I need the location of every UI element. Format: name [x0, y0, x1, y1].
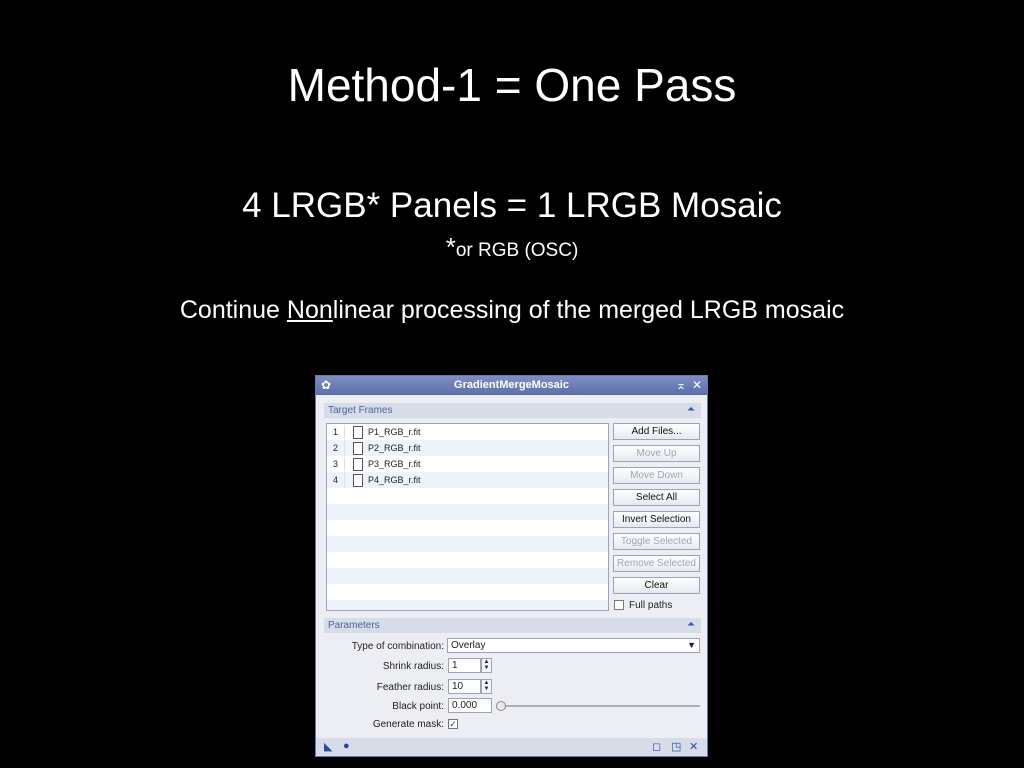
move-down-button[interactable]: Move Down: [613, 467, 700, 484]
generate-mask-checkbox[interactable]: ✓: [448, 719, 458, 729]
file-list[interactable]: 1 P1_RGB_r.fit 2 P2_RGB_r.fit 3 P3_RGB_r…: [326, 423, 609, 611]
section-collapse-icon[interactable]: ⏶: [687, 619, 695, 630]
footnote-star: *: [445, 232, 456, 262]
row-index: 2: [333, 443, 339, 453]
slide-subtitle: 4 LRGB* Panels = 1 LRGB Mosaic: [242, 186, 782, 225]
black-point-label: Black point:: [392, 701, 444, 712]
parameters-label: Parameters: [328, 620, 380, 631]
dialog-title: GradientMergeMosaic: [454, 379, 569, 391]
documentation-icon[interactable]: ◻: [652, 740, 661, 753]
generate-mask-label: Generate mask:: [372, 719, 444, 730]
target-frames-label: Target Frames: [328, 405, 393, 416]
continue-post: linear processing of the merged LRGB mos…: [332, 296, 845, 324]
invert-selection-button[interactable]: Invert Selection: [613, 511, 700, 528]
row-index: 4: [333, 475, 339, 485]
new-instance-icon[interactable]: ◣: [324, 740, 332, 753]
chevron-down-icon[interactable]: ▼: [687, 639, 696, 652]
continue-underlined: Non: [286, 296, 333, 324]
list-item[interactable]: 4 P4_RGB_r.fit: [327, 472, 608, 488]
list-item[interactable]: 3 P3_RGB_r.fit: [327, 456, 608, 472]
file-icon: [353, 474, 363, 487]
file-icon: [353, 442, 363, 455]
combination-value: Overlay: [451, 640, 486, 651]
dialog-bottom-bar: ◣ ● ◻ ◳ ✕: [316, 738, 707, 756]
file-icon: [353, 458, 363, 471]
slide-continue-text: Continue Nonlinear processing of the mer…: [0, 296, 1024, 325]
apply-global-icon[interactable]: ●: [343, 740, 350, 752]
feather-radius-label: Feather radius:: [376, 682, 444, 693]
feather-radius-input[interactable]: 10: [448, 679, 481, 694]
target-frames-section[interactable]: Target Frames ⏶: [324, 403, 701, 418]
empty-row: [327, 488, 608, 504]
close-icon[interactable]: ✕: [692, 378, 702, 392]
list-item[interactable]: 2 P2_RGB_r.fit: [327, 440, 608, 456]
full-paths-label: Full paths: [629, 600, 673, 611]
footnote-text: or RGB (OSC): [455, 240, 579, 261]
empty-row: [327, 520, 608, 536]
black-point-slider-handle[interactable]: [496, 701, 506, 711]
add-files-button[interactable]: Add Files...: [613, 423, 700, 440]
empty-row: [327, 536, 608, 552]
empty-row: [327, 552, 608, 568]
file-name: P1_RGB_r.fit: [368, 427, 421, 437]
feather-radius-stepper[interactable]: ▲ ▼: [481, 679, 492, 694]
shrink-radius-stepper[interactable]: ▲ ▼: [481, 658, 492, 673]
file-name: P3_RGB_r.fit: [368, 459, 421, 469]
remove-selected-button[interactable]: Remove Selected: [613, 555, 700, 572]
file-name: P4_RGB_r.fit: [368, 475, 421, 485]
continue-pre: Continue: [179, 296, 287, 324]
reset-icon[interactable]: ✕: [689, 740, 698, 753]
combination-select[interactable]: Overlay ▼: [447, 638, 700, 653]
select-all-button[interactable]: Select All: [613, 489, 700, 506]
dialog-titlebar[interactable]: ✿ GradientMergeMosaic ⌅ ✕: [316, 376, 707, 395]
move-up-button[interactable]: Move Up: [613, 445, 700, 462]
list-item[interactable]: 1 P1_RGB_r.fit: [327, 424, 608, 440]
parameters-section[interactable]: Parameters ⏶: [324, 618, 701, 633]
section-collapse-icon[interactable]: ⏶: [687, 404, 695, 415]
shrink-radius-label: Shrink radius:: [382, 661, 444, 672]
black-point-input[interactable]: 0.000: [448, 698, 492, 713]
toggle-selected-button[interactable]: Toggle Selected: [613, 533, 700, 550]
black-point-slider-track[interactable]: [500, 705, 700, 707]
gradient-merge-mosaic-dialog: ✿ GradientMergeMosaic ⌅ ✕ Target Frames …: [315, 375, 708, 757]
clear-button[interactable]: Clear: [613, 577, 700, 594]
preferences-icon[interactable]: ◳: [671, 740, 681, 753]
shrink-radius-input[interactable]: 1: [448, 658, 481, 673]
empty-row: [327, 504, 608, 520]
empty-row: [327, 584, 608, 600]
file-icon: [353, 426, 363, 439]
slide-title: Method-1 = One Pass: [287, 59, 737, 111]
combination-label: Type of combination:: [351, 641, 444, 652]
full-paths-checkbox[interactable]: [614, 600, 624, 610]
file-name: P2_RGB_r.fit: [368, 443, 421, 453]
row-index: 3: [333, 459, 339, 469]
collapse-icon[interactable]: ⌅: [676, 378, 686, 392]
empty-row: [327, 568, 608, 584]
slide-footnote: *or RGB (OSC): [0, 232, 1024, 263]
empty-row: [327, 600, 608, 610]
row-index: 1: [333, 427, 339, 437]
